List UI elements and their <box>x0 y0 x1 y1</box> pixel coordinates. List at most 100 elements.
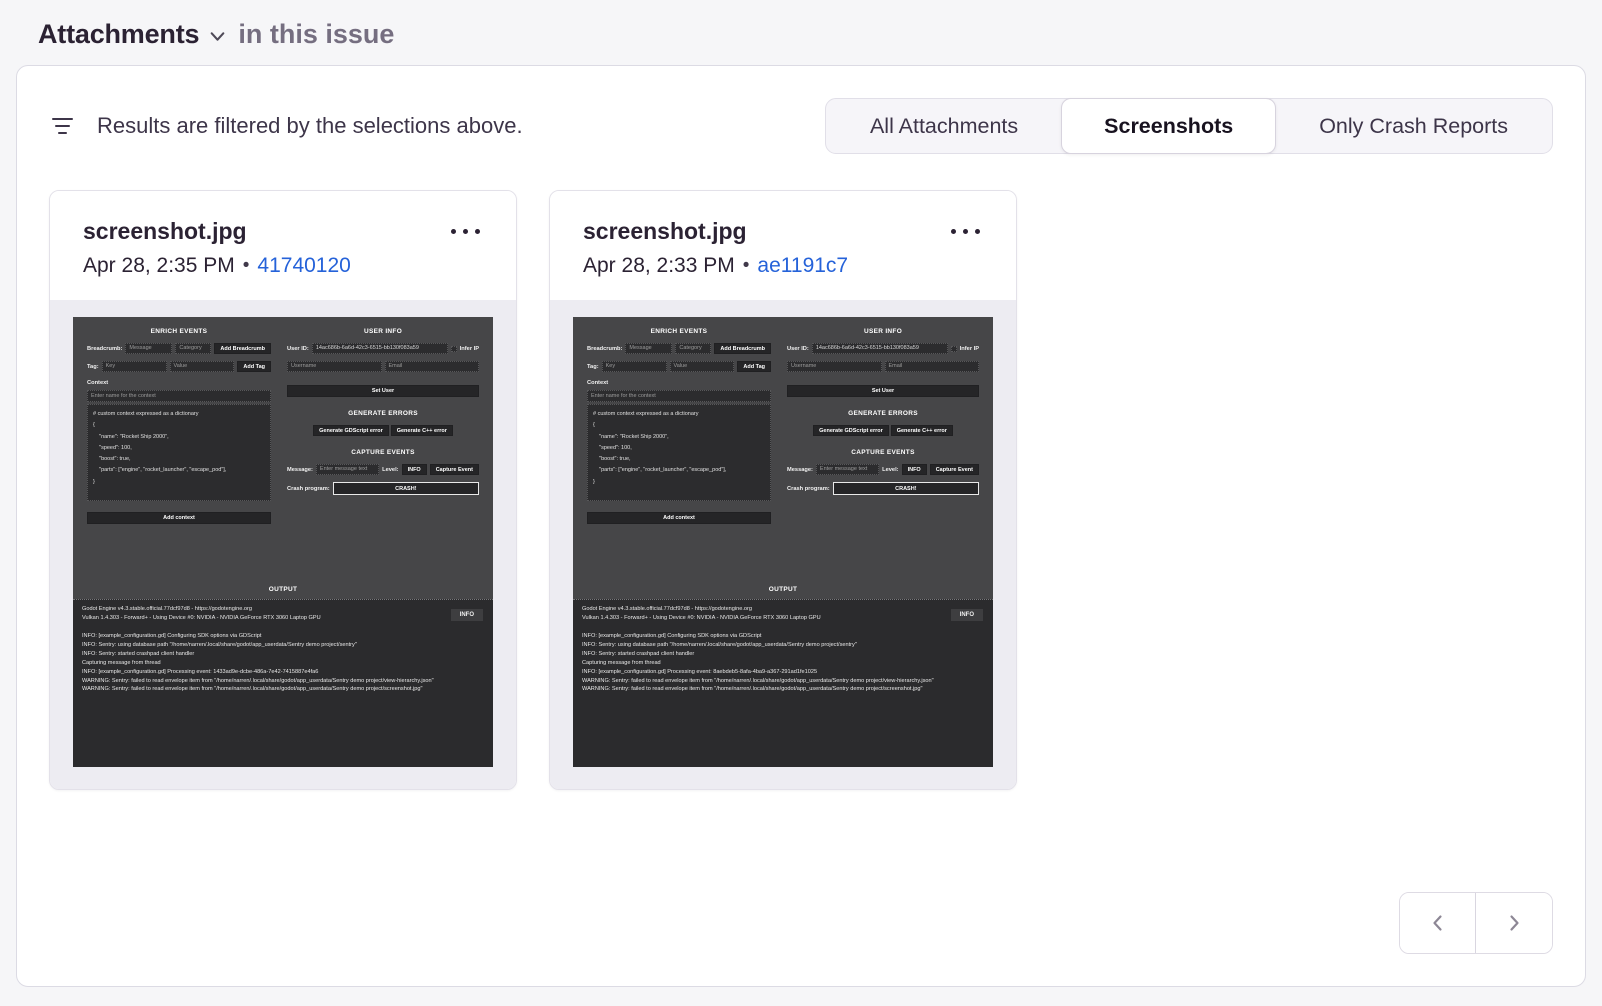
thumb-crash-label: Crash program: <box>287 486 330 492</box>
tab[interactable]: All Attachments <box>826 99 1062 153</box>
thumb-console-log: Godot Engine v4.3.stable.official.77dcf9… <box>82 605 484 694</box>
thumb-tag-label: Tag: <box>587 364 599 370</box>
attachment-card-body: ENRICH EVENTS Breadcrumb: Message Catego… <box>550 300 1016 789</box>
event-id-link[interactable]: ae1191c7 <box>757 254 848 278</box>
attachment-card-header: screenshot.jpg Apr 28, 2:33 PM • ae1191c… <box>550 191 1016 300</box>
thumb-add-breadcrumb-button: Add Breadcrumb <box>214 343 271 354</box>
chevron-left-icon <box>1427 912 1449 934</box>
thumb-capture-event-button: Capture Event <box>430 464 479 475</box>
attachment-card: screenshot.jpg Apr 28, 2:33 PM • ae1191c… <box>549 190 1017 790</box>
thumb-output-title: OUTPUT <box>73 586 493 593</box>
next-page-button[interactable] <box>1476 893 1552 953</box>
attachments-panel: Results are filtered by the selections a… <box>16 65 1586 987</box>
thumb-cpp-error-button: Generate C++ error <box>391 425 453 436</box>
thumb-capture-events-title: CAPTURE EVENTS <box>287 449 479 456</box>
thumb-output-title: OUTPUT <box>573 586 993 593</box>
attachment-thumbnail[interactable]: ENRICH EVENTS Breadcrumb: Message Catego… <box>573 317 993 767</box>
attachment-card-body: ENRICH EVENTS Breadcrumb: Message Catego… <box>50 300 516 789</box>
thumb-log-level-button: INFO <box>951 609 983 621</box>
thumb-breadcrumb-category-input: Category <box>675 343 711 354</box>
thumb-output-console: INFO Godot Engine v4.3.stable.official.7… <box>573 599 993 767</box>
thumb-message-label: Message: <box>287 467 313 473</box>
chevron-right-icon <box>1503 912 1525 934</box>
attachment-menu-button[interactable] <box>448 221 483 242</box>
thumb-breadcrumb-label: Breadcrumb: <box>87 346 122 352</box>
thumb-tag-value-input: Value <box>670 361 735 372</box>
thumb-user-info-title: USER INFO <box>787 328 979 335</box>
thumb-username-input: Username <box>787 361 882 372</box>
attachments-type-dropdown[interactable]: Attachments <box>38 19 227 50</box>
thumb-level-select: INFO <box>902 464 927 475</box>
thumb-message-input: Enter message text <box>816 464 879 475</box>
thumb-email-input: Email <box>885 361 980 372</box>
thumb-level-label: Level: <box>882 467 898 473</box>
filter-note: Results are filtered by the selections a… <box>97 113 523 139</box>
toolbar: Results are filtered by the selections a… <box>49 98 1553 154</box>
attachment-type-tabs: All AttachmentsScreenshotsOnly Crash Rep… <box>825 98 1553 154</box>
attachment-card-header: screenshot.jpg Apr 28, 2:35 PM • 4174012… <box>50 191 516 300</box>
thumb-user-id-input: 14ac686b-6a6d-42c3-6515-bb130f083a59 <box>312 343 448 354</box>
thumb-add-context-button: Add context <box>87 512 271 524</box>
filter-icon <box>49 118 75 135</box>
thumb-context-name-input: Enter name for the context <box>587 390 771 402</box>
thumb-breadcrumb-category-input: Category <box>175 343 211 354</box>
attachment-date: Apr 28, 2:35 PM <box>83 254 235 278</box>
thumb-enrich-events-title: ENRICH EVENTS <box>87 328 271 335</box>
tab[interactable]: Screenshots <box>1061 98 1276 154</box>
prev-page-button[interactable] <box>1400 893 1476 953</box>
page-title: Attachments <box>38 19 199 50</box>
page-subtitle: in this issue <box>238 19 394 50</box>
attachment-date: Apr 28, 2:33 PM <box>583 254 735 278</box>
chevron-down-icon <box>208 27 227 46</box>
thumb-gdscript-error-button: Generate GDScript error <box>313 425 389 436</box>
thumb-infer-ip-checkbox <box>951 346 957 352</box>
thumb-generate-errors-title: GENERATE ERRORS <box>287 410 479 417</box>
meta-separator: • <box>243 255 250 277</box>
thumb-log-level-button: INFO <box>451 609 483 621</box>
thumb-context-label: Context <box>587 380 771 386</box>
thumb-add-tag-button: Add Tag <box>237 361 271 372</box>
thumb-enrich-events-title: ENRICH EVENTS <box>587 328 771 335</box>
thumb-set-user-button: Set User <box>287 385 479 397</box>
thumb-tag-key-input: Key <box>602 361 667 372</box>
thumb-message-input: Enter message text <box>316 464 379 475</box>
thumb-console-log: Godot Engine v4.3.stable.official.77dcf9… <box>582 605 984 694</box>
thumb-user-id-label: User ID: <box>787 346 809 352</box>
thumb-tag-label: Tag: <box>87 364 99 370</box>
thumb-username-input: Username <box>287 361 382 372</box>
thumb-user-id-input: 14ac686b-6a6d-42c3-6515-bb130f083a59 <box>812 343 948 354</box>
thumb-breadcrumb-message-input: Message <box>625 343 672 354</box>
thumb-context-code-editor: # custom context expressed as a dictiona… <box>587 404 771 501</box>
thumb-infer-ip-label: Infer IP <box>960 346 979 352</box>
thumb-message-label: Message: <box>787 467 813 473</box>
thumb-tag-key-input: Key <box>102 361 167 372</box>
thumb-add-breadcrumb-button: Add Breadcrumb <box>714 343 771 354</box>
thumb-add-tag-button: Add Tag <box>737 361 771 372</box>
thumb-set-user-button: Set User <box>787 385 979 397</box>
thumb-user-id-label: User ID: <box>287 346 309 352</box>
page-header: Attachments in this issue <box>0 0 1602 52</box>
thumb-user-info-title: USER INFO <box>287 328 479 335</box>
thumb-context-code-editor: # custom context expressed as a dictiona… <box>87 404 271 501</box>
thumb-generate-errors-title: GENERATE ERRORS <box>787 410 979 417</box>
thumb-context-label: Context <box>87 380 271 386</box>
pagination <box>1399 892 1553 954</box>
thumb-capture-events-title: CAPTURE EVENTS <box>787 449 979 456</box>
thumb-breadcrumb-message-input: Message <box>125 343 172 354</box>
thumb-crash-label: Crash program: <box>787 486 830 492</box>
thumb-add-context-button: Add context <box>587 512 771 524</box>
thumb-breadcrumb-label: Breadcrumb: <box>587 346 622 352</box>
attachment-card: screenshot.jpg Apr 28, 2:35 PM • 4174012… <box>49 190 517 790</box>
attachments-grid: screenshot.jpg Apr 28, 2:35 PM • 4174012… <box>49 190 1553 790</box>
thumb-infer-ip-checkbox <box>451 346 457 352</box>
tab[interactable]: Only Crash Reports <box>1275 99 1552 153</box>
thumb-crash-button: CRASH! <box>333 482 479 495</box>
attachment-thumbnail[interactable]: ENRICH EVENTS Breadcrumb: Message Catego… <box>73 317 493 767</box>
meta-separator: • <box>743 255 750 277</box>
thumb-crash-button: CRASH! <box>833 482 979 495</box>
attachment-menu-button[interactable] <box>948 221 983 242</box>
thumb-level-label: Level: <box>382 467 398 473</box>
thumb-email-input: Email <box>385 361 480 372</box>
event-id-link[interactable]: 41740120 <box>257 254 350 278</box>
thumb-tag-value-input: Value <box>170 361 235 372</box>
